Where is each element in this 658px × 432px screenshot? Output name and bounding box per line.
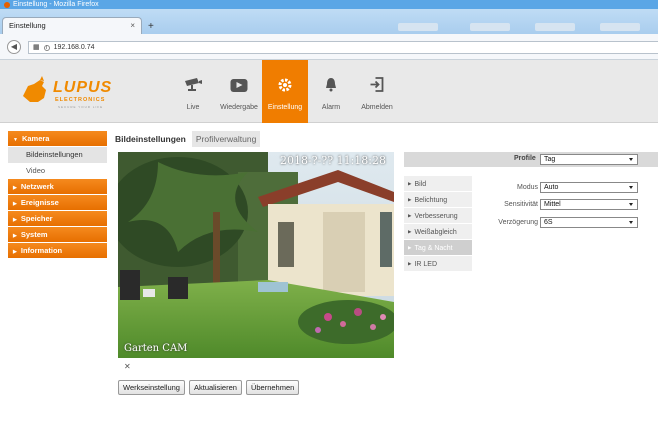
- sidebar-item-speicher[interactable]: ▶ Speicher: [8, 211, 107, 226]
- factory-reset-button[interactable]: Werkseinstellung: [118, 380, 185, 395]
- window-title: Einstellung - Mozilla Firefox: [13, 1, 99, 8]
- apply-button[interactable]: Übernehmen: [245, 380, 300, 395]
- refresh-button[interactable]: Aktualisieren: [188, 380, 242, 395]
- logo-tagline: SECURE YOUR LIFE: [58, 105, 104, 109]
- url-text: 192.168.0.74: [53, 44, 95, 51]
- nav-live[interactable]: Live: [170, 60, 216, 123]
- sidebar-item-information[interactable]: ▶ Information: [8, 243, 107, 258]
- sub-tabs: Bildeinstellungen Profilverwaltung: [111, 131, 262, 147]
- tab-profilverwaltung[interactable]: Profilverwaltung: [191, 131, 261, 147]
- nav-alarm-label: Alarm: [321, 104, 341, 111]
- camera-image: [118, 152, 394, 358]
- tab-close-icon[interactable]: ×: [130, 18, 135, 34]
- nav-wiedergabe[interactable]: Wiedergabe: [216, 60, 262, 123]
- blurred-tab: [535, 23, 575, 31]
- main-nav: Live Wiedergabe Einstellung Alarm Abmeld…: [170, 60, 400, 123]
- nav-wiedergabe-label: Wiedergabe: [220, 104, 258, 111]
- nav-einstellung-label: Einstellung: [267, 104, 303, 111]
- camera-name: Garten CAM: [124, 343, 188, 354]
- tab-bildeinstellungen[interactable]: Bildeinstellungen: [111, 131, 190, 147]
- sidebar-item-system[interactable]: ▶ System: [8, 227, 107, 242]
- blurred-tab: [600, 23, 640, 31]
- category-list: ▶ Bild ▶ Belichtung ▶ Verbesserung ▶ Weißabg…: [404, 176, 472, 272]
- sidebar-item-kamera[interactable]: ▼ Kamera: [8, 131, 107, 146]
- blurred-tab: [470, 23, 510, 31]
- camera-timestamp: 2018-?-?? 11:18:28: [279, 154, 386, 167]
- play-icon: [230, 79, 248, 92]
- category-ir-led[interactable]: ▶ IR LED: [404, 256, 472, 271]
- tab-bar: Einstellung × +: [0, 9, 658, 34]
- category-verbesserung[interactable]: ▶ Verbesserung: [404, 208, 472, 223]
- firefox-icon: [4, 1, 10, 8]
- category-weissabgleich[interactable]: ▶ Weißabgleich: [404, 224, 472, 239]
- profile-label: Profile: [514, 155, 536, 162]
- nav-alarm[interactable]: Alarm: [308, 60, 354, 123]
- url-bar[interactable]: ▦ i 192.168.0.74: [28, 41, 658, 54]
- dog-logo-icon: [23, 76, 46, 102]
- browser-tab-title: Einstellung: [9, 21, 46, 30]
- arrow-right-icon: ▶: [408, 213, 412, 218]
- profile-bar: Profile Tag: [404, 152, 658, 167]
- caret-right-icon: ▶: [13, 249, 17, 255]
- arrow-right-icon: ▶: [408, 245, 412, 250]
- category-belichtung[interactable]: ▶ Belichtung: [404, 192, 472, 207]
- sensitivitaet-select[interactable]: Mittel: [540, 199, 638, 210]
- profile-select[interactable]: Tag: [540, 154, 638, 165]
- logo-brand: LUPUS: [53, 79, 113, 96]
- category-tag-nacht[interactable]: ▶ Tag & Nacht: [404, 240, 472, 255]
- verzoegerung-select[interactable]: 6S: [540, 217, 638, 228]
- blurred-tab: [398, 23, 438, 31]
- logo-sub: ELECTRONICS: [55, 97, 106, 103]
- window-titlebar: Einstellung - Mozilla Firefox: [0, 0, 658, 9]
- sidebar-item-netzwerk[interactable]: ▶ Netzwerk: [8, 179, 107, 194]
- camera-icon: [184, 77, 202, 95]
- arrow-right-icon: ▶: [408, 197, 412, 202]
- caret-right-icon: ▶: [13, 217, 17, 223]
- caret-right-icon: ▶: [13, 185, 17, 191]
- nav-live-label: Live: [186, 104, 200, 111]
- sidebar: ▼ Kamera Bildeinstellungen Video ▶ Netzwer…: [8, 131, 107, 259]
- back-button[interactable]: ◀: [7, 40, 21, 54]
- sensitivitaet-label: Sensitivität: [504, 201, 538, 208]
- caret-right-icon: ▶: [13, 201, 17, 207]
- page-icon: ▦: [33, 44, 40, 51]
- verzoegerung-label: Verzögerung: [498, 219, 538, 226]
- nav-abmelden[interactable]: Abmelden: [354, 60, 400, 123]
- modus-select[interactable]: Auto: [540, 182, 638, 193]
- caret-right-icon: ▶: [13, 233, 17, 239]
- camera-view[interactable]: 2018-?-?? 11:18:28 Garten CAM: [118, 152, 394, 358]
- new-tab-button[interactable]: +: [148, 21, 154, 32]
- browser-tab[interactable]: Einstellung ×: [2, 17, 142, 34]
- sidebar-sub-bildeinstellungen[interactable]: Bildeinstellungen: [8, 147, 107, 163]
- navigation-bar: ◀ ▦ i 192.168.0.74: [0, 34, 658, 60]
- sidebar-item-ereignisse[interactable]: ▶ Ereignisse: [8, 195, 107, 210]
- nav-einstellung[interactable]: Einstellung: [262, 60, 308, 123]
- sidebar-sub-video[interactable]: Video: [8, 163, 107, 179]
- fullscreen-icon[interactable]: ✕: [124, 362, 131, 371]
- lupus-logo: LUPUS ELECTRONICS SECURE YOUR LIFE: [20, 76, 125, 109]
- arrow-right-icon: ▶: [408, 229, 412, 234]
- arrow-right-icon: ▶: [408, 261, 412, 266]
- caret-down-icon: ▼: [13, 137, 18, 143]
- button-row: Werkseinstellung Aktualisieren Übernehme…: [118, 380, 300, 395]
- arrow-right-icon: ▶: [408, 181, 412, 186]
- gear-icon: [277, 77, 293, 97]
- category-bild[interactable]: ▶ Bild: [404, 176, 472, 191]
- nav-abmelden-label: Abmelden: [361, 104, 393, 111]
- modus-label: Modus: [516, 184, 538, 191]
- info-icon[interactable]: i: [43, 44, 50, 51]
- logout-icon: [370, 77, 385, 96]
- app-header: LUPUS ELECTRONICS SECURE YOUR LIFE Live …: [0, 60, 658, 123]
- bell-icon: [324, 77, 338, 96]
